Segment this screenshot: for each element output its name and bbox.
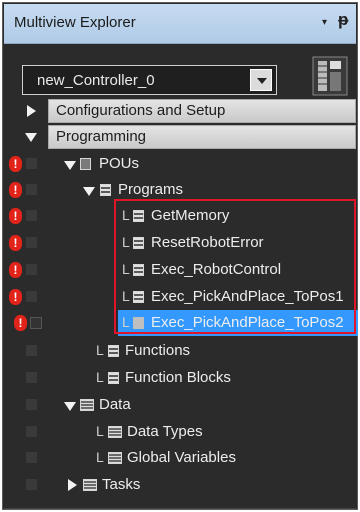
chevron-down-icon [257,78,267,84]
tree-item-functions[interactable]: L Functions [4,338,356,364]
function-blocks-folder-icon [108,372,119,384]
tree-item-programming[interactable]: Programming [4,124,356,150]
panel-title: Multiview Explorer [14,14,136,31]
data-types-icon [108,426,122,438]
panel-bottom-divider [4,508,356,509]
controller-status-icon [312,56,348,96]
status-box [26,399,37,410]
program-icon [133,291,144,303]
tree-item-label: Function Blocks [125,369,231,386]
tree-connector: L [122,207,130,223]
tree-item-program[interactable]: ! L Exec_RobotControl [4,257,356,283]
panel-titlebar: Multiview Explorer ▾ ᵽ [4,4,356,44]
tree-item-program[interactable]: ! L ResetRobotError [4,230,356,256]
status-box [26,184,37,195]
pin-icon[interactable]: ᵽ [338,10,348,30]
tree-connector: L [96,423,104,439]
functions-folder-icon [108,345,119,357]
error-icon: ! [9,235,22,251]
collapse-arrow-icon[interactable] [64,161,76,170]
error-icon: ! [9,182,22,198]
program-icon [133,210,144,222]
tree-item-programs[interactable]: ! Programs [4,177,356,203]
tree-item-label: Data Types [127,423,203,440]
tree-item-label: Global Variables [127,449,236,466]
error-icon: ! [9,156,22,172]
status-box [26,264,37,275]
tree-item-label: Data [99,396,131,413]
tree-item-tasks[interactable]: Tasks [4,472,356,498]
program-icon [133,317,144,329]
tree-item-program[interactable]: ! L Exec_PickAndPlace_ToPos1 [4,284,356,310]
status-box [26,345,37,356]
tree-item-function-blocks[interactable]: L Function Blocks [4,365,356,391]
tree-connector: L [96,369,104,385]
tree-item-label: Configurations and Setup [56,102,226,119]
multiview-explorer-panel: Multiview Explorer ▾ ᵽ new_Controller_0 … [2,2,358,510]
status-box [26,291,37,302]
data-folder-icon [80,399,94,411]
tree-connector: L [122,288,130,304]
status-box [26,452,37,463]
programs-folder-icon [100,184,111,196]
tree-item-program[interactable]: ! L GetMemory [4,203,356,229]
tree-item-configurations-and-setup[interactable]: Configurations and Setup [4,98,356,124]
status-box [26,426,37,437]
program-icon [133,237,144,249]
error-icon: ! [9,262,22,278]
tree-item-label: ResetRobotError [151,234,264,251]
tree-connector: L [122,234,130,250]
status-box [26,158,37,169]
controller-dropdown-button[interactable] [250,69,272,91]
tree-item-label: Programs [118,181,184,198]
controller-select-value: new_Controller_0 [37,72,155,89]
status-box [26,479,37,490]
status-box [26,237,37,248]
tree-connector: L [122,261,130,277]
tree-item-label: Tasks [102,476,141,493]
program-icon [133,264,144,276]
tree-item-label: POUs [99,155,140,172]
collapse-arrow-icon[interactable] [25,133,37,142]
tree-item-pous[interactable]: ! POUs [4,151,356,177]
error-icon: ! [9,289,22,305]
panel-menu-arrow-icon[interactable]: ▾ [322,17,327,28]
tree-connector: L [96,449,104,465]
tree-item-label: GetMemory [151,207,230,224]
status-box [26,210,37,221]
tasks-icon [83,479,97,491]
error-icon: ! [9,208,22,224]
global-variables-icon [108,452,122,464]
tree-item-data[interactable]: Data [4,392,356,418]
tree-item-label: Exec_RobotControl [151,261,282,278]
error-icon: ! [14,315,27,331]
tree-connector: L [96,342,104,358]
pou-folder-icon [80,158,91,170]
status-box [30,317,42,329]
tree-connector: L [122,314,130,330]
tree-item-data-types[interactable]: L Data Types [4,419,356,445]
tree-item-global-variables[interactable]: L Global Variables [4,445,356,471]
collapse-arrow-icon[interactable] [83,187,95,196]
expand-arrow-icon[interactable] [68,479,77,491]
tree-item-label: Programming [56,128,147,145]
tree-item-label: Functions [125,342,191,359]
tree-item-label: Exec_PickAndPlace_ToPos2 [151,314,344,331]
tree-item-program-selected[interactable]: ! L Exec_PickAndPlace_ToPos2 [4,310,358,336]
expand-arrow-icon[interactable] [27,105,36,117]
tree-item-label: Exec_PickAndPlace_ToPos1 [151,288,344,305]
controller-select[interactable]: new_Controller_0 [22,65,277,95]
status-box [26,372,37,383]
collapse-arrow-icon[interactable] [64,402,76,411]
